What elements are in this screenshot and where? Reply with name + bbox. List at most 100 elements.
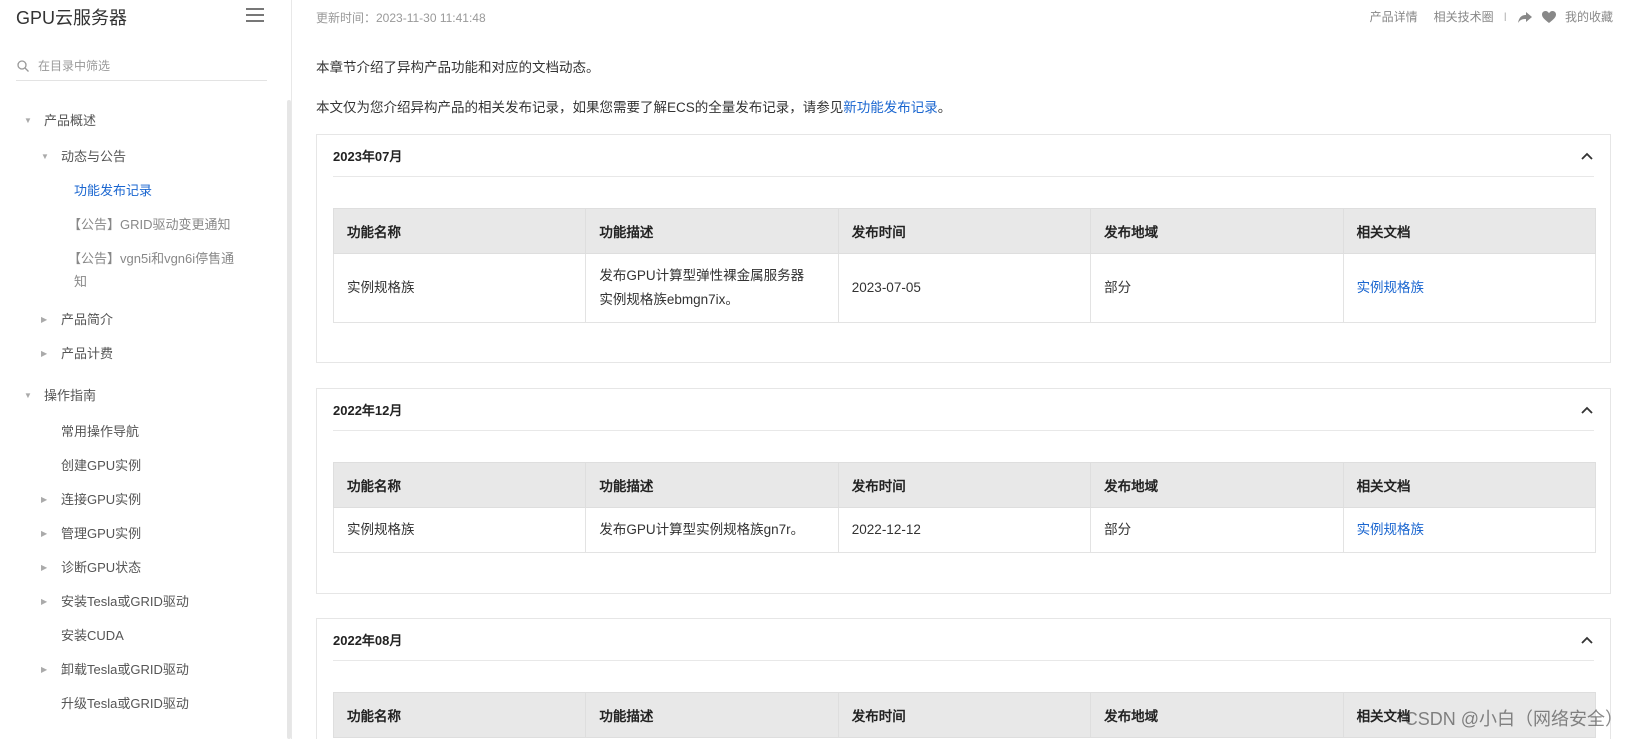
- favorite-link[interactable]: 我的收藏: [1565, 8, 1613, 25]
- tree-item-label: 诊断GPU状态: [61, 560, 142, 575]
- sidebar-scrollbar[interactable]: [287, 100, 291, 739]
- section-title: 2022年12月: [333, 403, 403, 418]
- release-table: 功能名称 功能描述 发布时间 发布地域 相关文档 实例规格族 发布GPU计算型实…: [332, 462, 1597, 553]
- intro-text: 本文仅为您介绍异构产品的相关发布记录，如果您需要了解ECS的全量发布记录，请参见: [316, 100, 844, 115]
- col-header-region: 发布地域: [1090, 462, 1344, 508]
- col-header-name: 功能名称: [332, 462, 587, 508]
- table-row: 实例规格族 发布GPU计算型弹性裸金属服务器 实例规格族ebmgn7ix。 202…: [332, 253, 1597, 323]
- cell-date: 2023-07-05: [837, 253, 1092, 323]
- section-title: 2023年07月: [333, 149, 403, 164]
- cell-desc: 发布GPU计算型弹性裸金属服务器 实例规格族ebmgn7ix。: [585, 253, 839, 323]
- intro-period: 。: [937, 100, 952, 115]
- section-header[interactable]: 2022年08月: [333, 619, 1594, 661]
- caret-right-icon: ▶: [41, 665, 48, 674]
- tree-item-install-driver[interactable]: ▶ 安装Tesla或GRID驱动: [41, 591, 189, 613]
- tree-item-label: 操作指南: [44, 388, 97, 403]
- col-header-region: 发布地域: [1090, 692, 1344, 738]
- tree-item-label: 卸载Tesla或GRID驱动: [61, 662, 189, 677]
- col-header-date: 发布时间: [837, 692, 1092, 738]
- tree-item-connect-gpu[interactable]: ▶ 连接GPU实例: [41, 489, 141, 511]
- divider: I: [1503, 9, 1507, 24]
- caret-right-icon: ▶: [41, 563, 48, 572]
- cell-doc: 实例规格族: [1342, 253, 1597, 323]
- tree-item-grid-notice[interactable]: 【公告】GRID驱动变更通知: [68, 214, 231, 236]
- tree-item-diagnose-gpu[interactable]: ▶ 诊断GPU状态: [41, 557, 141, 579]
- sidebar: GPU云服务器 ▼ 产品概述 ▼ 动态与公告 功能发布记录 【公告】GRID驱动…: [0, 0, 292, 739]
- cell-region: 部分: [1090, 507, 1344, 553]
- watermark: CSDN @小白（网络安全）: [1404, 709, 1623, 729]
- tree-item-news[interactable]: ▼ 动态与公告: [41, 146, 126, 168]
- top-actions: 产品详情 相关技术圈 I 我的收藏: [1370, 8, 1613, 25]
- tree-item-label: 管理GPU实例: [61, 526, 142, 541]
- heart-icon[interactable]: [1541, 10, 1557, 24]
- cell-name: 实例规格族: [332, 507, 587, 553]
- share-icon[interactable]: [1517, 10, 1533, 24]
- section-2022-12: 2022年12月 功能名称 功能描述 发布时间 发布地域 相关文档 实例规格族 …: [316, 388, 1611, 594]
- col-header-name: 功能名称: [332, 208, 587, 254]
- col-header-date: 发布时间: [837, 462, 1092, 508]
- cell-desc: 发布GPU计算型实例规格族gn7r。: [585, 507, 839, 553]
- desc-line: 发布GPU计算型弹性裸金属服务器: [599, 268, 805, 283]
- tree-item-manage-gpu[interactable]: ▶ 管理GPU实例: [41, 523, 141, 545]
- tree-item-label: 安装Tesla或GRID驱动: [61, 594, 189, 609]
- tree-item-label: 产品简介: [61, 312, 114, 327]
- caret-down-icon: ▼: [24, 391, 32, 400]
- tree-item-vgn-notice-cont[interactable]: 知: [74, 271, 87, 293]
- chevron-up-icon[interactable]: [1580, 405, 1594, 415]
- table-header-row: 功能名称 功能描述 发布时间 发布地域 相关文档: [332, 208, 1597, 254]
- tree-item-create-gpu[interactable]: 创建GPU实例: [61, 455, 141, 477]
- tree-item-install-cuda[interactable]: 安装CUDA: [61, 625, 124, 647]
- sidebar-title: GPU云服务器: [16, 8, 128, 28]
- search-icon: [17, 60, 29, 72]
- table-header-row: 功能名称 功能描述 发布时间 发布地域 相关文档: [332, 462, 1597, 508]
- release-table: 功能名称 功能描述 发布时间 发布地域 相关文档 实例规格族 发布GPU计算型弹…: [332, 208, 1597, 323]
- section-header[interactable]: 2022年12月: [333, 389, 1594, 431]
- tree-item-billing[interactable]: ▶ 产品计费: [41, 343, 113, 365]
- tree-item-upgrade-driver[interactable]: 升级Tesla或GRID驱动: [61, 693, 189, 715]
- col-header-desc: 功能描述: [585, 208, 839, 254]
- tree-item-common-nav[interactable]: 常用操作导航: [61, 421, 139, 443]
- col-header-desc: 功能描述: [585, 692, 839, 738]
- tree-item-product-intro[interactable]: ▶ 产品简介: [41, 309, 113, 331]
- tree-item-label: 产品计费: [61, 346, 114, 361]
- desc-line: 实例规格族ebmgn7ix。: [599, 292, 739, 307]
- col-header-name: 功能名称: [332, 692, 587, 738]
- chevron-up-icon[interactable]: [1580, 635, 1594, 645]
- table-row: 实例规格族 发布GPU计算型实例规格族gn7r。 2022-12-12 部分 实…: [332, 507, 1597, 553]
- doc-link[interactable]: 实例规格族: [1357, 280, 1425, 295]
- section-title: 2022年08月: [333, 633, 403, 648]
- sidebar-search: [16, 52, 267, 81]
- tree-item-product-overview[interactable]: ▼ 产品概述: [24, 110, 96, 132]
- tree-item-label: 连接GPU实例: [61, 492, 142, 507]
- tree-item-uninstall-driver[interactable]: ▶ 卸载Tesla或GRID驱动: [41, 659, 189, 681]
- tree-item-label: 动态与公告: [61, 149, 127, 164]
- col-header-doc: 相关文档: [1342, 462, 1597, 508]
- menu-icon[interactable]: [246, 8, 264, 22]
- caret-right-icon: ▶: [41, 315, 48, 324]
- update-time: 更新时间：2023-11-30 11:41:48: [316, 11, 486, 25]
- caret-right-icon: ▶: [41, 529, 48, 538]
- doc-link[interactable]: 实例规格族: [1357, 522, 1425, 537]
- caret-right-icon: ▶: [41, 495, 48, 504]
- release-notes-link[interactable]: 新功能发布记录: [843, 100, 938, 115]
- caret-right-icon: ▶: [41, 349, 48, 358]
- caret-down-icon: ▼: [41, 152, 49, 161]
- col-header-region: 发布地域: [1090, 208, 1344, 254]
- cell-region: 部分: [1090, 253, 1344, 323]
- cell-doc: 实例规格族: [1342, 507, 1597, 553]
- tree-item-guide[interactable]: ▼ 操作指南: [24, 385, 96, 407]
- product-detail-link[interactable]: 产品详情: [1370, 8, 1418, 25]
- intro-line-1: 本章节介绍了异构产品功能和对应的文档动态。: [316, 60, 600, 75]
- section-header[interactable]: 2023年07月: [333, 135, 1594, 177]
- cell-name: 实例规格族: [332, 253, 587, 323]
- topbar: 更新时间：2023-11-30 11:41:48 产品详情 相关技术圈 I 我的…: [316, 0, 1637, 36]
- col-header-desc: 功能描述: [585, 462, 839, 508]
- tree-item-label: 产品概述: [44, 113, 97, 128]
- chevron-up-icon[interactable]: [1580, 151, 1594, 161]
- tree-item-release-notes[interactable]: 功能发布记录: [74, 180, 152, 202]
- tech-circle-link[interactable]: 相关技术圈: [1434, 8, 1494, 25]
- tree-item-vgn-notice[interactable]: 【公告】vgn5i和vgn6i停售通: [68, 248, 234, 270]
- section-2023-07: 2023年07月 功能名称 功能描述 发布时间 发布地域 相关文档 实例规格族 …: [316, 134, 1611, 363]
- caret-right-icon: ▶: [41, 597, 48, 606]
- search-input[interactable]: [38, 59, 248, 73]
